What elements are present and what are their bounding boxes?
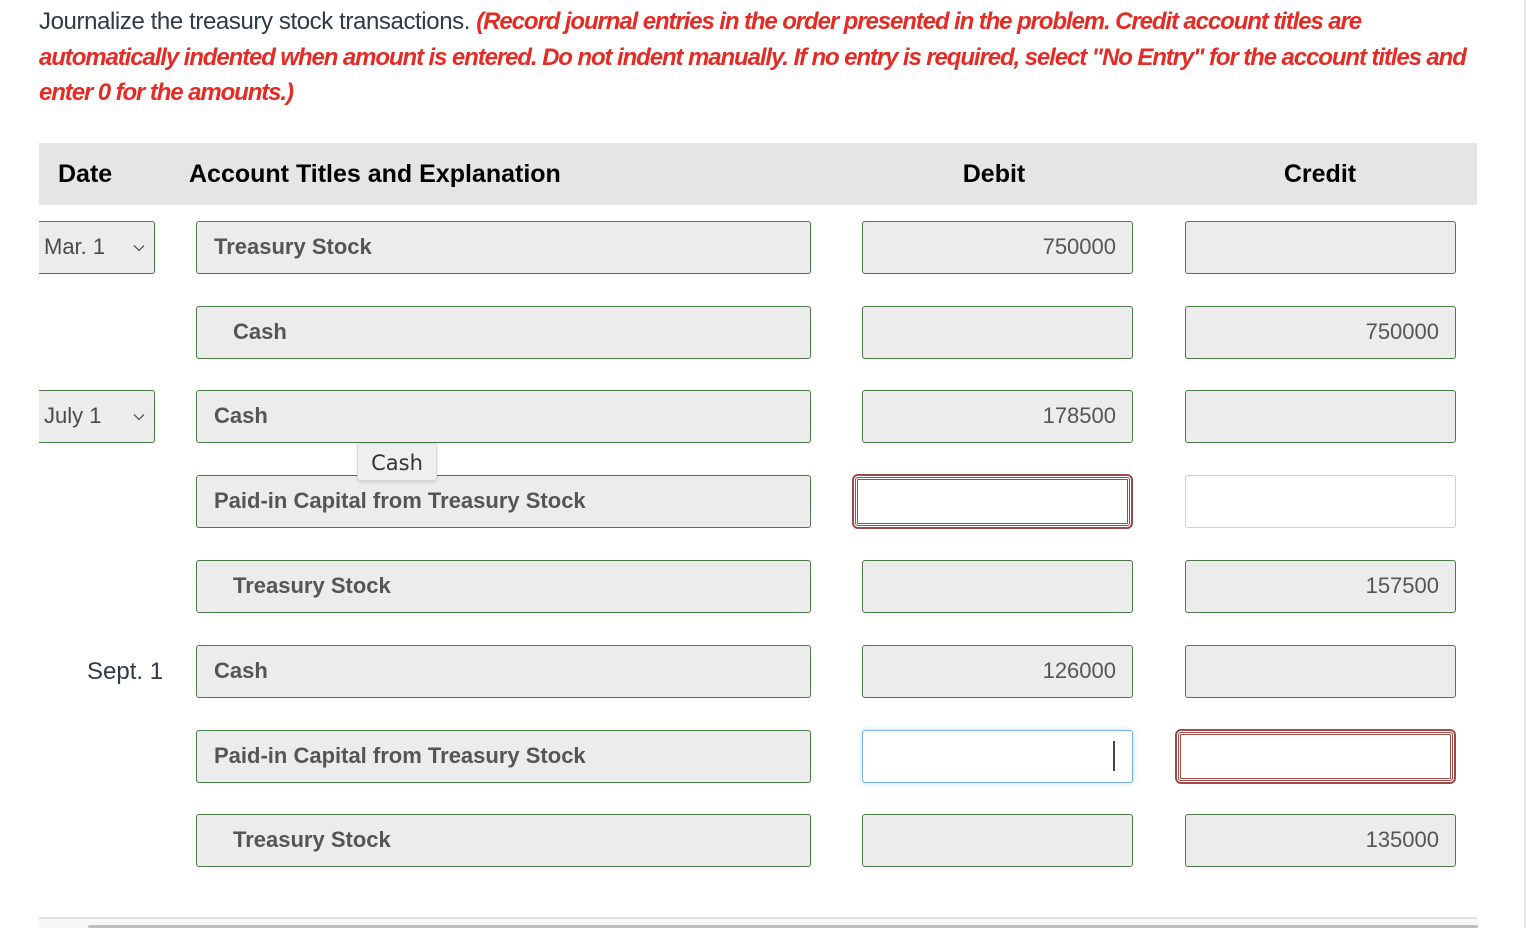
account-title-field[interactable]: Treasury Stock — [196, 221, 811, 274]
instructions: Journalize the treasury stock transactio… — [39, 4, 1489, 111]
debit-amount-field-focused[interactable] — [862, 730, 1133, 783]
credit-amount-field[interactable]: 750000 — [1185, 306, 1456, 359]
account-title-field[interactable]: Treasury Stock — [196, 814, 811, 867]
account-title-field[interactable]: Cash — [196, 390, 811, 443]
journal-row: July 1 Cash 178500 — [0, 390, 1526, 443]
tooltip: Cash — [357, 443, 437, 481]
account-title-field[interactable]: Treasury Stock — [196, 560, 811, 613]
journal-row: Sept. 1 Cash 126000 — [0, 645, 1526, 698]
credit-amount-field[interactable] — [1185, 645, 1456, 698]
account-title-field[interactable]: Cash — [196, 645, 811, 698]
debit-amount-field[interactable]: 750000 — [862, 221, 1133, 274]
credit-amount-field[interactable] — [1185, 475, 1456, 528]
journal-table-header: Date Account Titles and Explanation Debi… — [39, 143, 1477, 205]
account-title-field[interactable]: Paid-in Capital from Treasury Stock — [196, 730, 811, 783]
date-select-value: July 1 — [44, 403, 102, 428]
instructions-prompt: Journalize the treasury stock transactio… — [39, 8, 477, 35]
credit-amount-field[interactable] — [1185, 221, 1456, 274]
date-select[interactable]: Mar. 1 — [39, 221, 155, 274]
header-debit: Debit — [962, 160, 1026, 188]
text-cursor — [1113, 741, 1115, 771]
credit-amount-field[interactable] — [1185, 390, 1456, 443]
account-title-field[interactable]: Paid-in Capital from Treasury Stock — [196, 475, 811, 528]
credit-amount-field[interactable]: 157500 — [1185, 560, 1456, 613]
account-title-field[interactable]: Cash — [196, 306, 811, 359]
journal-row: Mar. 1 Treasury Stock 750000 — [0, 221, 1526, 274]
credit-amount-field[interactable]: 135000 — [1185, 814, 1456, 867]
chevron-down-icon — [133, 245, 145, 252]
debit-amount-field[interactable] — [862, 560, 1133, 613]
debit-amount-field[interactable] — [862, 814, 1133, 867]
journal-row: Paid-in Capital from Treasury Stock — [0, 474, 1526, 529]
journal-row: Treasury Stock 135000 — [0, 814, 1526, 867]
date-label: Sept. 1 — [87, 658, 164, 685]
debit-amount-field[interactable]: 126000 — [862, 645, 1133, 698]
header-credit: Credit — [1283, 160, 1357, 188]
journal-row: Paid-in Capital from Treasury Stock — [0, 729, 1526, 784]
header-date: Date — [58, 160, 113, 188]
debit-amount-field-error[interactable] — [852, 474, 1133, 529]
debit-amount-field[interactable]: 178500 — [862, 390, 1133, 443]
date-select[interactable]: July 1 — [39, 390, 155, 443]
chevron-down-icon — [133, 414, 145, 421]
journal-row: Cash 750000 — [0, 306, 1526, 359]
header-account-titles: Account Titles and Explanation — [189, 160, 561, 188]
date-select-value: Mar. 1 — [44, 234, 106, 259]
debit-amount-field[interactable] — [862, 306, 1133, 359]
credit-amount-field-error[interactable] — [1175, 729, 1456, 784]
journal-row: Treasury Stock 157500 — [0, 560, 1526, 613]
